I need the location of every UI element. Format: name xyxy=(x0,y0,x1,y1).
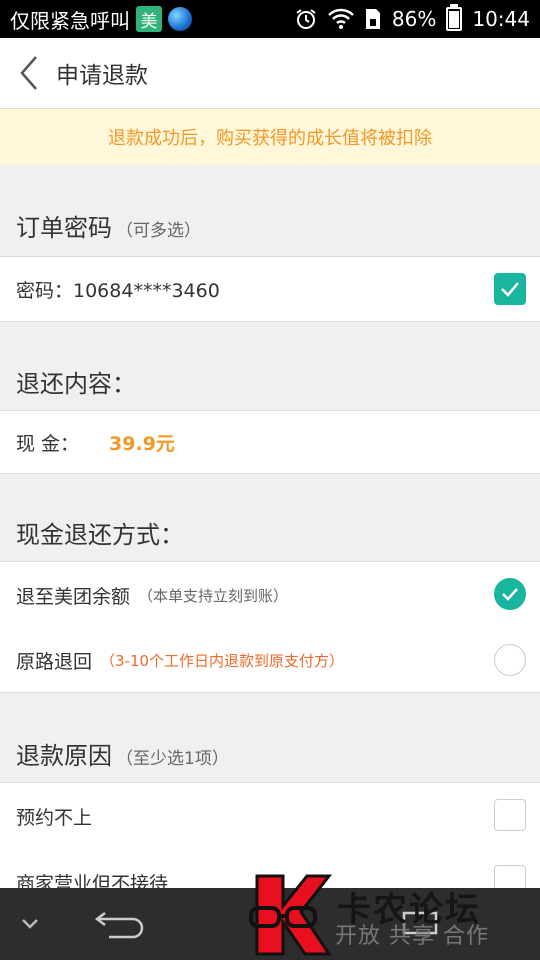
reason-cannot-book[interactable]: 预约不上 xyxy=(0,782,540,850)
wifi-icon xyxy=(328,8,354,30)
order-password-label: 密码：10684****3460 xyxy=(16,279,220,302)
option-label: 原路退回 xyxy=(16,650,93,673)
section-hint: （可多选） xyxy=(116,221,201,241)
page-header: 申请退款 xyxy=(0,38,540,109)
section-hint: （至少选1项） xyxy=(116,749,229,769)
page-title: 申请退款 xyxy=(56,63,148,89)
back-button[interactable] xyxy=(2,38,56,108)
hide-nav-button[interactable] xyxy=(0,888,60,960)
watermark-subtitle: 开放 共享 合作 xyxy=(335,924,489,949)
forum-watermark: 卡农论坛 开放 共享 合作 xyxy=(245,870,535,960)
forum-logo-icon xyxy=(249,874,333,956)
battery-percent: 86% xyxy=(391,7,437,31)
chevron-left-icon xyxy=(20,56,37,90)
option-label: 退至美团余额 xyxy=(16,585,131,608)
sim-icon xyxy=(364,7,382,31)
check-icon xyxy=(501,282,519,297)
option-note: （3-10个工作日内退款到原支付方） xyxy=(100,651,345,670)
refund-amount: 39.9元 xyxy=(109,432,175,455)
option-original-route[interactable]: 原路退回 （3-10个工作日内退款到原支付方） xyxy=(0,628,540,693)
meituan-notification-icon: 美 xyxy=(136,6,162,32)
order-password-checkbox[interactable] xyxy=(494,273,526,305)
section-title-refund-reason: 退款原因 （至少选1项） xyxy=(16,736,229,771)
list-item-order-password[interactable]: 密码：10684****3460 xyxy=(0,256,540,322)
status-bar: 仅限紧急呼叫 美 86% 10:44 xyxy=(0,0,540,38)
back-arrow-icon xyxy=(94,912,144,939)
option-note: （本单支持立刻到账） xyxy=(138,586,289,605)
cash-label: 现 金： xyxy=(16,432,80,455)
check-icon xyxy=(502,588,518,601)
section-title-refund-content: 退还内容： xyxy=(16,370,136,398)
nav-back-button[interactable] xyxy=(90,888,150,960)
meituan-balance-radio[interactable] xyxy=(494,578,526,610)
notice-banner: 退款成功后，购买获得的成长值将被扣除 xyxy=(0,109,540,165)
reason-label: 预约不上 xyxy=(16,806,93,829)
list-item-cash: 现 金： 39.9元 xyxy=(0,410,540,474)
original-route-radio[interactable] xyxy=(494,644,526,676)
alarm-icon xyxy=(294,7,318,31)
clock: 10:44 xyxy=(472,7,530,31)
reason-checkbox[interactable] xyxy=(494,799,526,831)
globe-icon xyxy=(168,7,192,31)
chevron-down-icon xyxy=(22,919,38,929)
section-title-order-password: 订单密码 （可多选） xyxy=(16,208,201,243)
carrier-text: 仅限紧急呼叫 xyxy=(10,8,130,33)
section-title-text: 退款原因 xyxy=(16,742,112,770)
battery-icon xyxy=(446,4,463,31)
option-meituan-balance[interactable]: 退至美团余额 （本单支持立刻到账） xyxy=(0,561,540,629)
section-title-refund-method: 现金退还方式： xyxy=(16,521,184,549)
section-title-text: 订单密码 xyxy=(16,214,112,242)
